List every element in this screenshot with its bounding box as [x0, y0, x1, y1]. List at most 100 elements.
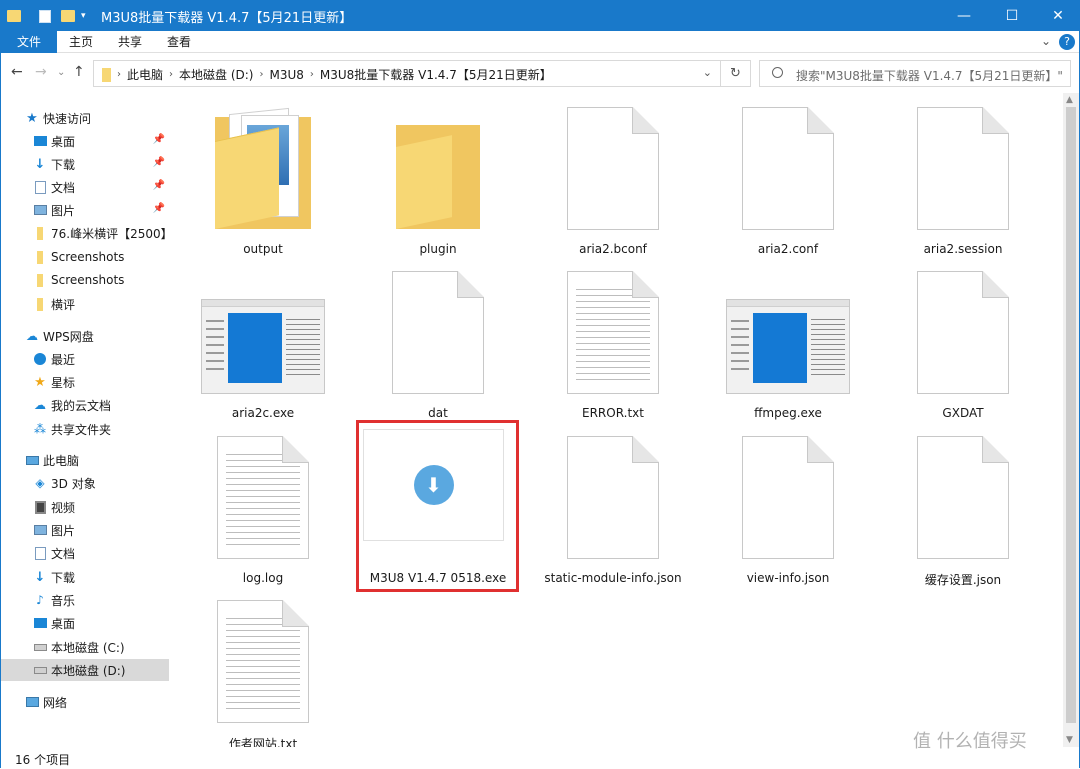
maximize-button[interactable]: ☐ [989, 1, 1035, 31]
file-item-selected[interactable]: ⬇ M3U8 V1.4.7 0518.exe [363, 429, 508, 594]
tab-file[interactable]: 文件 [1, 31, 57, 53]
chevron-right-icon[interactable]: › [310, 69, 314, 80]
chevron-right-icon[interactable]: › [169, 69, 173, 80]
blank-file-icon [718, 434, 858, 564]
recent-locations-icon[interactable]: ⌄ [57, 67, 65, 78]
exe-thumbnail-icon [718, 269, 858, 399]
chevron-right-icon[interactable]: › [259, 69, 263, 80]
refresh-icon: ↻ [730, 66, 741, 81]
sidebar-item-wps-cloud[interactable]: ☁ WPS网盘 [1, 325, 169, 347]
file-name: ffmpeg.exe [754, 406, 822, 420]
sidebar-item-documents[interactable]: 文档 📌 [1, 176, 169, 198]
sidebar-item-downloads[interactable]: ↓ 下载 [1, 566, 169, 588]
file-item[interactable]: aria2.bconf [543, 105, 683, 265]
breadcrumb-m3u8[interactable]: M3U8 [269, 68, 303, 82]
tab-view[interactable]: 查看 [155, 31, 203, 53]
sidebar-item-desktop[interactable]: 桌面 [1, 612, 169, 634]
file-item[interactable]: aria2.conf [718, 105, 858, 265]
file-name: GXDAT [942, 406, 984, 420]
sidebar-item-my-cloud-docs[interactable]: ☁ 我的云文档 [1, 394, 169, 416]
properties-icon[interactable] [39, 9, 51, 23]
sidebar-item-folder[interactable]: 横评 [1, 293, 169, 315]
file-item[interactable]: static-module-info.json [543, 434, 683, 594]
sidebar-item-pictures[interactable]: 图片 📌 [1, 199, 169, 221]
folder-icon [33, 297, 47, 311]
sidebar-item-3d-objects[interactable]: ◈ 3D 对象 [1, 472, 169, 494]
sidebar-item-network[interactable]: 网络 [1, 691, 169, 713]
breadcrumb-current-folder[interactable]: M3U8批量下载器 V1.4.7【5月21日更新】 [320, 66, 552, 83]
help-icon[interactable]: ? [1059, 34, 1075, 50]
sidebar-item-pictures[interactable]: 图片 [1, 519, 169, 541]
sidebar-item-documents[interactable]: 文档 [1, 542, 169, 564]
file-item[interactable]: 缓存设置.json [893, 434, 1033, 594]
file-view: output plugin aria2.bconf aria2.conf ari… [172, 93, 1062, 751]
up-arrow-icon[interactable]: ↑ [73, 64, 85, 80]
sidebar-item-label: 图片 [51, 523, 76, 538]
text-file-icon [193, 598, 333, 728]
file-item[interactable]: output [193, 105, 333, 265]
breadcrumb-drive-d[interactable]: 本地磁盘 (D:) [179, 66, 253, 83]
forward-arrow-icon[interactable]: → [35, 64, 47, 80]
cube-icon: ◈ [35, 476, 45, 490]
chevron-right-icon[interactable]: › [117, 69, 121, 80]
new-folder-icon[interactable] [61, 10, 75, 22]
pin-icon[interactable]: 📌 [153, 203, 165, 214]
setup-file-icon: ⬇ [363, 429, 504, 541]
folder-icon[interactable] [7, 10, 21, 22]
file-item[interactable]: GXDAT [893, 269, 1033, 429]
document-icon [33, 546, 47, 560]
scroll-down-icon[interactable]: ▼ [1066, 735, 1073, 745]
sidebar-item-starred[interactable]: ★ 星标 [1, 371, 169, 393]
sidebar-item-desktop[interactable]: 桌面 📌 [1, 130, 169, 152]
file-item[interactable]: dat [368, 269, 508, 429]
sidebar-item-shared-folder[interactable]: ⁂ 共享文件夹 [1, 418, 169, 440]
sidebar-item-music[interactable]: ♪ 音乐 [1, 589, 169, 611]
cloud-icon: ☁ [26, 329, 38, 343]
scrollbar-thumb[interactable] [1066, 107, 1076, 723]
sidebar-item-folder[interactable]: 76.峰米横评【2500】 [1, 222, 173, 244]
address-bar[interactable]: › 此电脑 › 本地磁盘 (D:) › M3U8 › M3U8批量下载器 V1.… [93, 60, 721, 87]
sidebar-item-label: 此电脑 [43, 453, 80, 468]
minimize-button[interactable]: — [941, 1, 987, 31]
back-arrow-icon[interactable]: ← [11, 64, 23, 80]
sidebar-item-downloads[interactable]: ↓ 下载 📌 [1, 153, 169, 175]
sidebar-item-videos[interactable]: 视频 [1, 496, 169, 518]
refresh-button[interactable]: ↻ [721, 60, 751, 87]
folder-icon [102, 67, 111, 82]
breadcrumb-this-pc[interactable]: 此电脑 [127, 66, 163, 83]
title-bar: ▾ M3U8批量下载器 V1.4.7【5月21日更新】 — ☐ ✕ [1, 1, 1079, 31]
video-icon [33, 500, 47, 514]
close-button[interactable]: ✕ [1035, 1, 1080, 31]
vertical-scrollbar[interactable]: ▲ ▼ [1063, 93, 1079, 747]
scroll-up-icon[interactable]: ▲ [1066, 95, 1073, 105]
file-item[interactable]: aria2.session [893, 105, 1033, 265]
sidebar-item-quick-access[interactable]: ★ 快速访问 [1, 107, 169, 129]
search-input[interactable]: 搜索"M3U8批量下载器 V1.4.7【5月21日更新】" [759, 60, 1071, 87]
sidebar-item-folder[interactable]: Screenshots [1, 269, 169, 291]
sidebar-item-label: 下载 [51, 570, 76, 585]
file-item[interactable]: aria2c.exe [193, 269, 333, 429]
sidebar-item-label: 音乐 [51, 593, 76, 608]
pin-icon[interactable]: 📌 [153, 134, 165, 145]
file-item[interactable]: log.log [193, 434, 333, 594]
text-file-icon [193, 434, 333, 564]
pin-icon[interactable]: 📌 [153, 157, 165, 168]
file-item[interactable]: 作者网站.txt [193, 598, 333, 758]
tab-home[interactable]: 主页 [57, 31, 105, 53]
sidebar-item-this-pc[interactable]: 此电脑 [1, 449, 169, 471]
sidebar-item-label: 桌面 [51, 616, 76, 631]
sidebar-item-folder[interactable]: Screenshots [1, 246, 169, 268]
pin-icon[interactable]: 📌 [153, 180, 165, 191]
chevron-down-icon[interactable]: ⌄ [703, 66, 712, 79]
file-item[interactable]: ERROR.txt [543, 269, 683, 429]
sidebar-item-drive-d[interactable]: 本地磁盘 (D:) [1, 659, 169, 681]
sidebar-item-recent[interactable]: 最近 [1, 348, 169, 370]
file-item[interactable]: plugin [368, 105, 508, 265]
file-item[interactable]: ffmpeg.exe [718, 269, 858, 429]
download-icon: ↓ [34, 156, 46, 172]
file-item[interactable]: view-info.json [718, 434, 858, 594]
chevron-down-icon[interactable]: ⌄ [1041, 34, 1051, 48]
customize-toolbar-icon[interactable]: ▾ [81, 11, 86, 21]
sidebar-item-drive-c[interactable]: 本地磁盘 (C:) [1, 636, 169, 658]
tab-share[interactable]: 共享 [106, 31, 154, 53]
